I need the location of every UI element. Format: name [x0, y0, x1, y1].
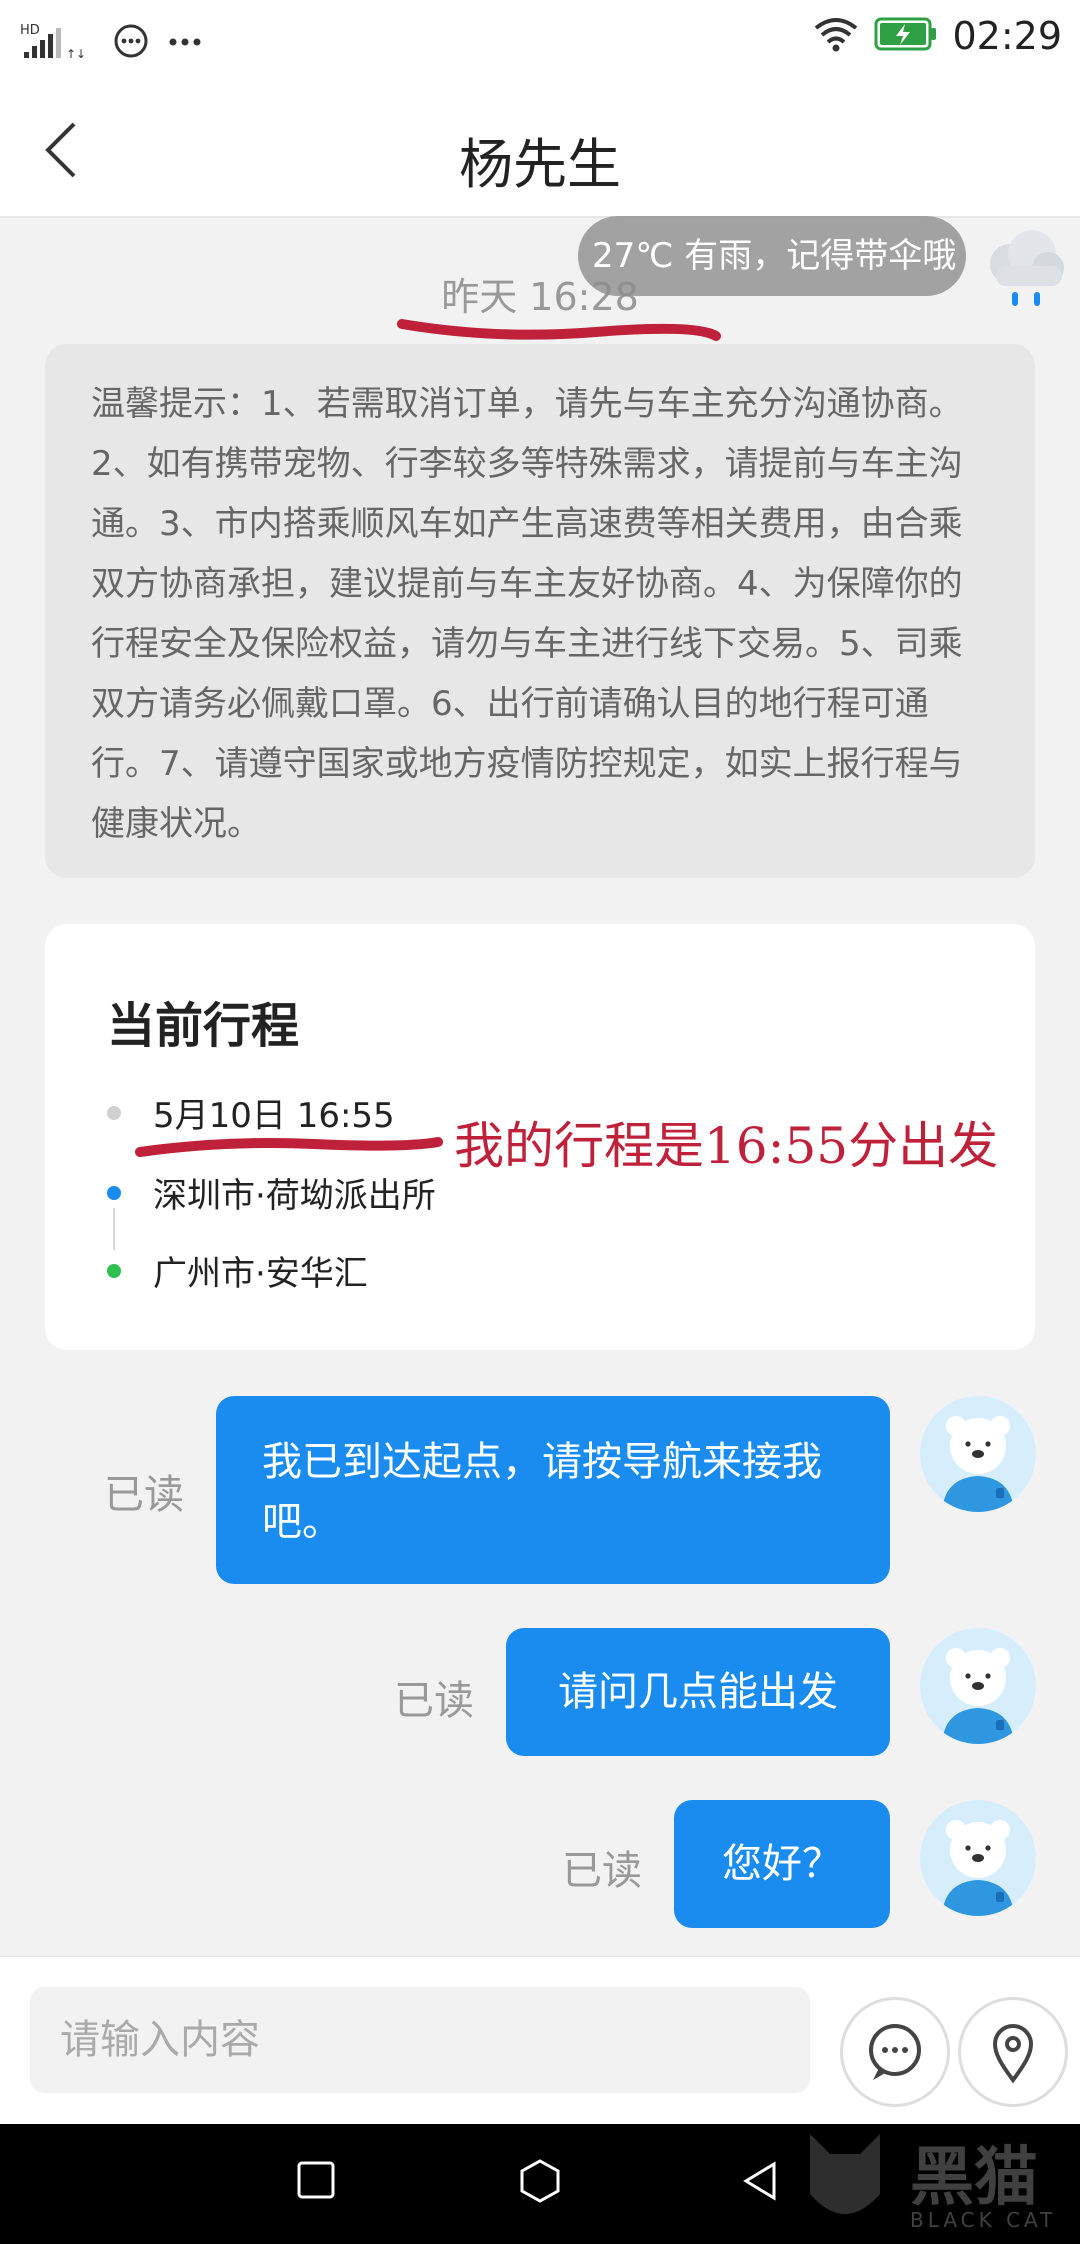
trip-destination: 广州市·安华汇	[153, 1254, 368, 1294]
avatar[interactable]	[920, 1396, 1036, 1512]
bear-avatar-icon	[942, 1820, 1014, 1916]
svg-text:HD: HD	[20, 23, 40, 38]
battery-charging-icon	[874, 16, 938, 56]
read-receipt: 已读	[562, 1848, 642, 1894]
avatar[interactable]	[920, 1800, 1036, 1916]
read-receipt: 已读	[104, 1472, 184, 1518]
message-bubble[interactable]: 我已到达起点，请按导航来接我吧。	[216, 1396, 890, 1584]
trip-card-title: 当前行程	[107, 998, 300, 1054]
hexagon-icon	[520, 2159, 560, 2203]
page-title: 杨先生	[459, 133, 621, 196]
send-location-button[interactable]	[958, 1997, 1068, 2107]
watermark-logo: 黑猫 BLACK CAT	[800, 2124, 1080, 2244]
back-nav-button[interactable]	[740, 2160, 780, 2202]
origin-dot-icon	[107, 1186, 121, 1200]
wifi-icon	[812, 14, 860, 58]
read-receipt: 已读	[394, 1678, 474, 1724]
chat-header: 杨先生	[0, 84, 1080, 218]
safety-tips-message: 温馨提示：1、若需取消订单，请先与车主充分沟通协商。2、如有携带宠物、行李较多等…	[45, 344, 1035, 878]
svg-text:↑↓: ↑↓	[66, 47, 86, 61]
bear-avatar-icon	[942, 1648, 1014, 1744]
message-input[interactable]	[30, 1987, 810, 2093]
message-bubble[interactable]: 请问几点能出发	[506, 1628, 890, 1756]
recent-apps-button[interactable]	[296, 2160, 336, 2200]
message-input-bar	[0, 1956, 1080, 2124]
avatar[interactable]	[920, 1628, 1036, 1744]
weather-banner[interactable]: 27℃ 有雨，记得带伞哦	[578, 216, 966, 296]
more-icon	[168, 32, 202, 56]
location-pin-icon	[992, 2024, 1034, 2084]
message-notification-icon	[112, 23, 150, 65]
trip-departure-time: 5月10日 16:55	[153, 1096, 395, 1136]
message-bubble[interactable]: 您好？	[674, 1800, 890, 1928]
status-right: 02:29	[812, 14, 1062, 58]
home-button[interactable]	[518, 2158, 562, 2204]
chat-bubble-icon	[869, 2024, 921, 2080]
bear-avatar-icon	[942, 1416, 1014, 1512]
status-bar: HD ↑↓ 02:29	[0, 0, 1080, 84]
trip-origin: 深圳市·荷坳派出所	[153, 1176, 436, 1216]
status-left: HD ↑↓	[20, 22, 202, 66]
status-time: 02:29	[952, 14, 1062, 58]
destination-dot-icon	[107, 1264, 121, 1278]
time-dot-icon	[107, 1106, 121, 1120]
rain-cloud-icon	[980, 222, 1070, 314]
quick-reply-button[interactable]	[840, 1997, 950, 2107]
route-connector	[113, 1208, 115, 1250]
triangle-back-icon	[743, 2161, 776, 2201]
square-icon	[297, 2161, 335, 2199]
signal-icon: HD ↑↓	[20, 22, 94, 66]
handwritten-annotation: 我的行程是16:55分出发	[454, 1117, 999, 1175]
